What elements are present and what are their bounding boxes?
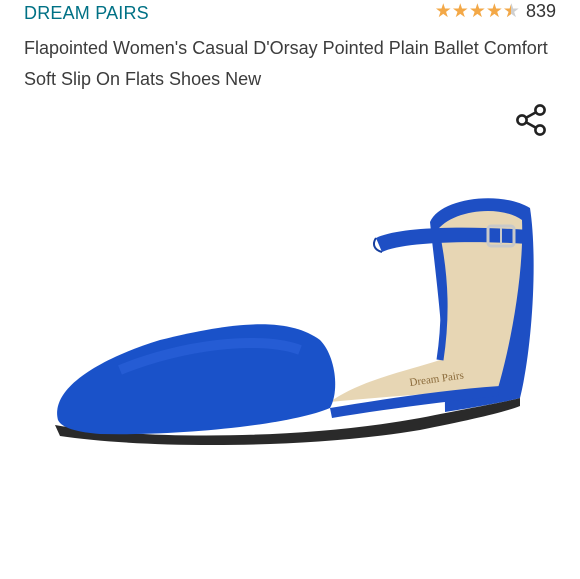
star-icon: ★ (468, 1, 486, 22)
rating-count[interactable]: 839 (526, 1, 556, 22)
share-icon[interactable] (513, 102, 549, 138)
product-title: Flapointed Women's Casual D'Orsay Pointe… (24, 38, 548, 89)
rating-widget[interactable]: ★ ★ ★ ★ ★ 839 (435, 1, 556, 22)
star-icon: ★ (434, 1, 452, 22)
star-icon: ★ (451, 1, 469, 22)
star-icon: ★ (485, 1, 503, 22)
product-image[interactable]: Dream Pairs (0, 140, 580, 579)
half-star-icon: ★ (503, 2, 520, 21)
star-rating: ★ ★ ★ ★ ★ (435, 2, 520, 21)
brand-link[interactable]: DREAM PAIRS (24, 3, 149, 24)
